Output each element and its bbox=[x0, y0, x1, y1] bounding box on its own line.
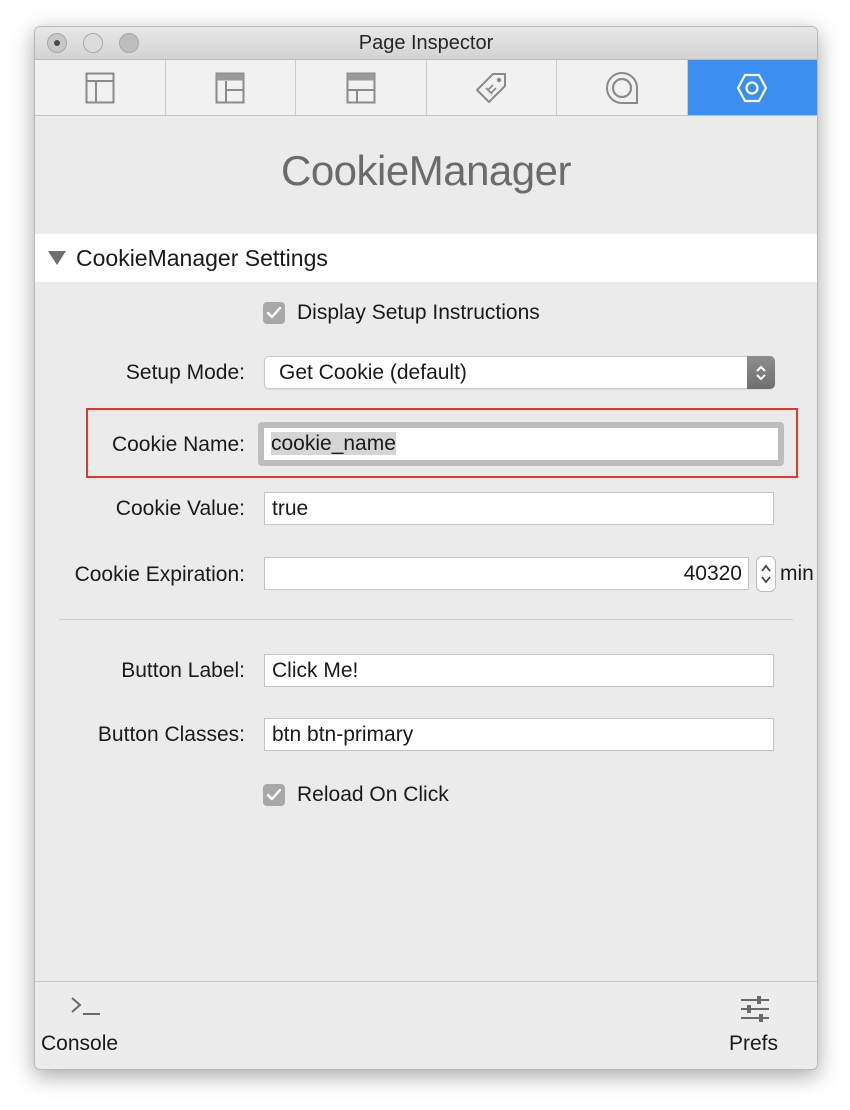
section-title: CookieManager Settings bbox=[76, 244, 328, 271]
display-setup-checkbox[interactable] bbox=[263, 302, 285, 324]
reload-on-click-checkbox[interactable] bbox=[263, 784, 285, 806]
inspector-tab-bar bbox=[35, 60, 817, 116]
prefs-button[interactable]: Prefs bbox=[729, 994, 778, 1056]
section-divider bbox=[59, 619, 793, 620]
reload-on-click-label: Reload On Click bbox=[297, 783, 449, 806]
page-inspector-window: Page Inspector CookieManager CookieManag… bbox=[34, 26, 818, 1070]
button-label-field[interactable]: Click Me! bbox=[264, 654, 774, 687]
cookie-name-label: Cookie Name: bbox=[111, 433, 245, 456]
layout-left-panel-icon bbox=[85, 72, 115, 103]
plugin-title: CookieManager bbox=[280, 147, 572, 194]
checkmark-icon bbox=[266, 788, 282, 801]
reload-on-click-row[interactable]: Reload On Click bbox=[263, 783, 449, 807]
cookie-name-focus-ring: cookie_name bbox=[258, 422, 784, 466]
display-setup-instructions-row[interactable]: Display Setup Instructions bbox=[263, 301, 540, 325]
cookie-value-label: Cookie Value: bbox=[115, 497, 245, 520]
setup-mode-label: Setup Mode: bbox=[125, 361, 245, 384]
tab-layout-left[interactable] bbox=[35, 60, 166, 115]
title-bar: Page Inspector bbox=[35, 27, 817, 60]
button-label-label: Button Label: bbox=[121, 659, 245, 682]
cookie-expiration-label: Cookie Expiration: bbox=[74, 563, 245, 586]
button-classes-label: Button Classes: bbox=[97, 723, 245, 746]
settings-section-header[interactable]: CookieManager Settings bbox=[35, 234, 817, 282]
layout-header-icon bbox=[346, 72, 376, 103]
checkmark-icon bbox=[266, 306, 282, 319]
prefs-label: Prefs bbox=[729, 1032, 779, 1055]
hexagon-plugin-icon bbox=[737, 73, 768, 102]
cookie-name-value: cookie_name bbox=[271, 432, 396, 455]
bottom-toolbar: Console Prefs bbox=[35, 981, 817, 1069]
console-button[interactable]: Console bbox=[41, 994, 118, 1056]
stepper-arrows-icon bbox=[761, 564, 771, 584]
tab-layout-left-top[interactable] bbox=[166, 60, 296, 115]
display-setup-label: Display Setup Instructions bbox=[297, 301, 540, 324]
button-classes-field[interactable]: btn btn-primary bbox=[264, 718, 774, 751]
cookie-name-field[interactable]: cookie_name bbox=[264, 428, 778, 460]
setup-mode-value: Get Cookie (default) bbox=[279, 361, 467, 384]
updown-chevron-icon bbox=[747, 356, 775, 389]
speech-bubble-icon bbox=[605, 71, 638, 104]
window-title: Page Inspector bbox=[358, 32, 494, 54]
tab-plugins[interactable] bbox=[687, 60, 817, 115]
layout-left-panel-top-icon bbox=[215, 72, 245, 103]
setup-mode-select[interactable]: Get Cookie (default) bbox=[264, 356, 775, 389]
tab-comments[interactable] bbox=[557, 60, 688, 115]
disclosure-triangle-icon[interactable] bbox=[48, 251, 66, 265]
cookie-expiration-field[interactable]: 40320 bbox=[264, 557, 749, 590]
terminal-prompt-icon bbox=[71, 997, 100, 1015]
tag-icon bbox=[476, 72, 507, 103]
expiration-stepper[interactable] bbox=[756, 556, 776, 592]
expiration-unit: min bbox=[780, 562, 814, 585]
tab-layout-header[interactable] bbox=[296, 60, 427, 115]
cookie-value-field[interactable]: true bbox=[264, 492, 774, 525]
console-label: Console bbox=[41, 1032, 119, 1055]
sliders-icon bbox=[741, 996, 769, 1022]
tab-tags[interactable] bbox=[427, 60, 557, 115]
